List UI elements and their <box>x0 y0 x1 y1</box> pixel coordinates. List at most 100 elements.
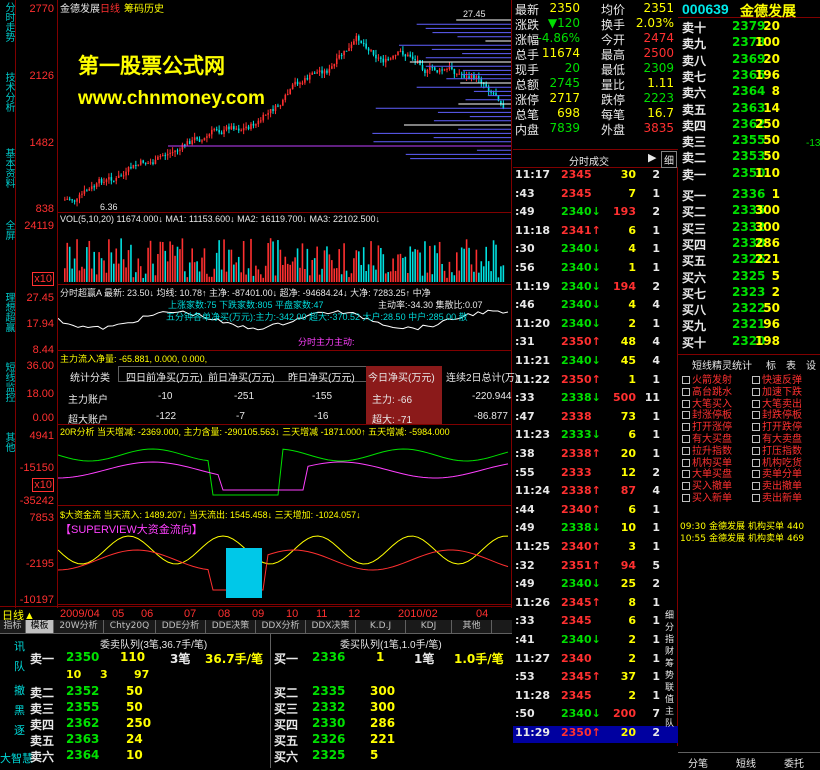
tick-row[interactable]: :30 2340↓ 4 1 <box>513 242 678 259</box>
side-tab[interactable]: 撤 <box>14 682 25 698</box>
tab-kdj-2[interactable]: KDJ <box>406 620 452 633</box>
tick-row[interactable]: 11:27 2340 2 1 <box>513 652 678 669</box>
ask-volume: 50 <box>126 684 143 698</box>
tick-row[interactable]: 11:22 2350↑ 1 1 <box>513 373 678 390</box>
tab-dde-decision[interactable]: DDE决策 <box>206 620 256 633</box>
kline-chart[interactable]: 金德发展 日线 筹码历史 27.45 6.36 第一股票公式网 www.chnm… <box>57 0 518 608</box>
side-tab[interactable]: 队 <box>14 658 25 674</box>
tick-row[interactable]: :56 2340↓ 1 1 <box>513 261 678 278</box>
strategy-tab-mark[interactable]: 标 <box>766 357 776 372</box>
tick-row[interactable]: 11:21 2340↓ 45 4 <box>513 354 678 371</box>
tick-row[interactable]: :33 2338↓ 500 11 <box>513 391 678 408</box>
volume-bar <box>149 240 152 282</box>
volume-bar <box>340 274 343 282</box>
tick-row[interactable]: :43 2345 7 1 <box>513 187 678 204</box>
strategy-checkbox[interactable] <box>682 494 690 502</box>
bid-queue-title: 委买队列(1笔,1.0手/笔) <box>340 640 442 651</box>
side-tab[interactable]: 逐 <box>14 722 25 738</box>
flow-label: 分时主力主动: <box>298 337 355 347</box>
tick-row[interactable]: :53 2345↑ 37 1 <box>513 670 678 687</box>
side-tab[interactable]: 黑 <box>14 702 25 718</box>
ask-row: 卖八 2369 20 <box>678 52 820 68</box>
tab-20w[interactable]: 20W分析 <box>54 620 104 633</box>
tick-price: 2345 <box>561 168 592 181</box>
strategy-tab[interactable]: 短线精灵统计 <box>692 357 752 372</box>
tab-chty[interactable]: Chty20Q <box>104 620 156 633</box>
tick-row[interactable]: :38 2338↑ 20 1 <box>513 447 678 464</box>
tick-row[interactable]: 11:25 2340↑ 3 1 <box>513 540 678 557</box>
ask-row: 卖九 2378 100 <box>678 35 820 51</box>
tab-template[interactable]: 模板 <box>26 620 54 633</box>
tick-row[interactable]: :49 2340↓ 25 2 <box>513 577 678 594</box>
tab-fullscreen[interactable]: 全屏 <box>0 220 16 240</box>
bid-price: 2336 <box>732 187 766 201</box>
tick-row[interactable]: 11:29 2350↑ 20 2 <box>513 726 678 743</box>
axis-c2: -15150 <box>19 462 54 474</box>
strategy-checkbox[interactable] <box>752 494 760 502</box>
tab-technical[interactable]: 技术分析 <box>0 72 16 112</box>
tick-row[interactable]: 11:26 2345↑ 8 1 <box>513 596 678 613</box>
ticks-detail-button[interactable]: 细 <box>661 151 677 168</box>
tick-row[interactable]: :50 2340↓ 200 7 <box>513 707 678 724</box>
tick-row[interactable]: :46 2340↓ 4 4 <box>513 298 678 315</box>
volume-bar <box>171 244 174 282</box>
tick-row[interactable]: 11:20 2340↓ 2 1 <box>513 317 678 334</box>
date-tick: 04 <box>476 608 489 620</box>
ask-label: 卖一 <box>682 167 707 182</box>
tick-row[interactable]: 11:17 2345 30 2 <box>513 168 678 185</box>
ask-label: 卖六 <box>30 750 55 764</box>
tick-row[interactable]: 11:28 2345 2 1 <box>513 689 678 706</box>
tick-row[interactable]: :55 2333 12 2 <box>513 466 678 483</box>
tick-row[interactable]: :33 2345 6 1 <box>513 614 678 631</box>
bid-row: 买九 2321 96 <box>678 317 820 333</box>
signal-log-row[interactable]: 10:55 金德发展 机构卖单 469 <box>680 531 807 544</box>
tick-time: 11:23 <box>515 428 551 442</box>
bid-label: 买六 <box>682 270 707 285</box>
volume-bar <box>299 267 301 282</box>
tick-price: 2350↑ <box>561 335 601 349</box>
right-tab[interactable]: 队 <box>665 716 674 729</box>
tick-row[interactable]: 11:24 2338↑ 87 4 <box>513 484 678 501</box>
ask-row: 卖四 2362 250 <box>678 117 820 133</box>
tab-indicator[interactable]: 指标 <box>0 620 26 633</box>
tab-ddx-decision[interactable]: DDX决策 <box>306 620 356 633</box>
strategy-tab-table[interactable]: 表 <box>786 357 796 372</box>
tick-row[interactable]: :31 2350↑ 48 4 <box>513 335 678 352</box>
strategy-tab-settings[interactable]: 设 <box>806 357 816 372</box>
bid-label: 买二 <box>274 686 299 700</box>
tab-dde-analysis[interactable]: DDE分析 <box>156 620 206 633</box>
tab-kdj[interactable]: K.D.J <box>356 620 406 633</box>
strategy-item[interactable]: 买入新单 <box>682 489 732 504</box>
side-tab[interactable]: 讯 <box>14 638 25 654</box>
tick-price: 2340↓ <box>561 261 601 274</box>
ticks-prev-icon[interactable]: ▶ <box>648 151 656 164</box>
watermark-title: 第一股票公式网 <box>78 55 225 78</box>
tick-row[interactable]: :49 2338↓ 10 1 <box>513 521 678 538</box>
tab-ddx-analysis[interactable]: DDX分析 <box>256 620 306 633</box>
strategy-item[interactable]: 卖出新单 <box>752 489 802 504</box>
tick-row[interactable]: :32 2351↑ 94 5 <box>513 559 678 576</box>
tick-row[interactable]: :47 2338 73 1 <box>513 410 678 427</box>
tab-intraday[interactable]: 分时走势 <box>0 2 16 42</box>
tab-fundamentals[interactable]: 基本资料 <box>0 148 16 188</box>
tab-ideal-win[interactable]: 理想超赢 <box>0 292 16 332</box>
tab-short-monitor[interactable]: 短线监控 <box>0 362 16 402</box>
tab-other[interactable]: 其他 <box>0 432 16 452</box>
tick-row[interactable]: 11:18 2341↑ 6 1 <box>513 224 678 241</box>
tick-row[interactable]: 11:23 2333↓ 6 1 <box>513 428 678 445</box>
tick-row[interactable]: :41 2340↓ 2 1 <box>513 633 678 650</box>
volume-bar <box>387 272 389 282</box>
tab-other-ind[interactable]: 其他 <box>452 620 492 633</box>
ask-price: 2353 <box>732 149 766 164</box>
tick-row[interactable]: :49 2340↓ 193 2 <box>513 205 678 222</box>
volume-bar <box>117 263 120 282</box>
tick-row[interactable]: 11:19 2340↓ 194 2 <box>513 280 678 297</box>
volume-bar <box>223 239 225 282</box>
volume-bar <box>201 257 203 282</box>
volume-bar <box>255 265 257 282</box>
tick-row[interactable]: :44 2340↑ 6 1 <box>513 503 678 520</box>
tick-list[interactable]: 11:17 2345 30 2 :43 2345 7 1:49 2340↓ 193 2 11:18 23… <box>513 168 678 746</box>
volume-bar <box>480 261 483 282</box>
tick-count: 1 <box>652 447 660 460</box>
quote-value: 2309 <box>643 61 674 75</box>
